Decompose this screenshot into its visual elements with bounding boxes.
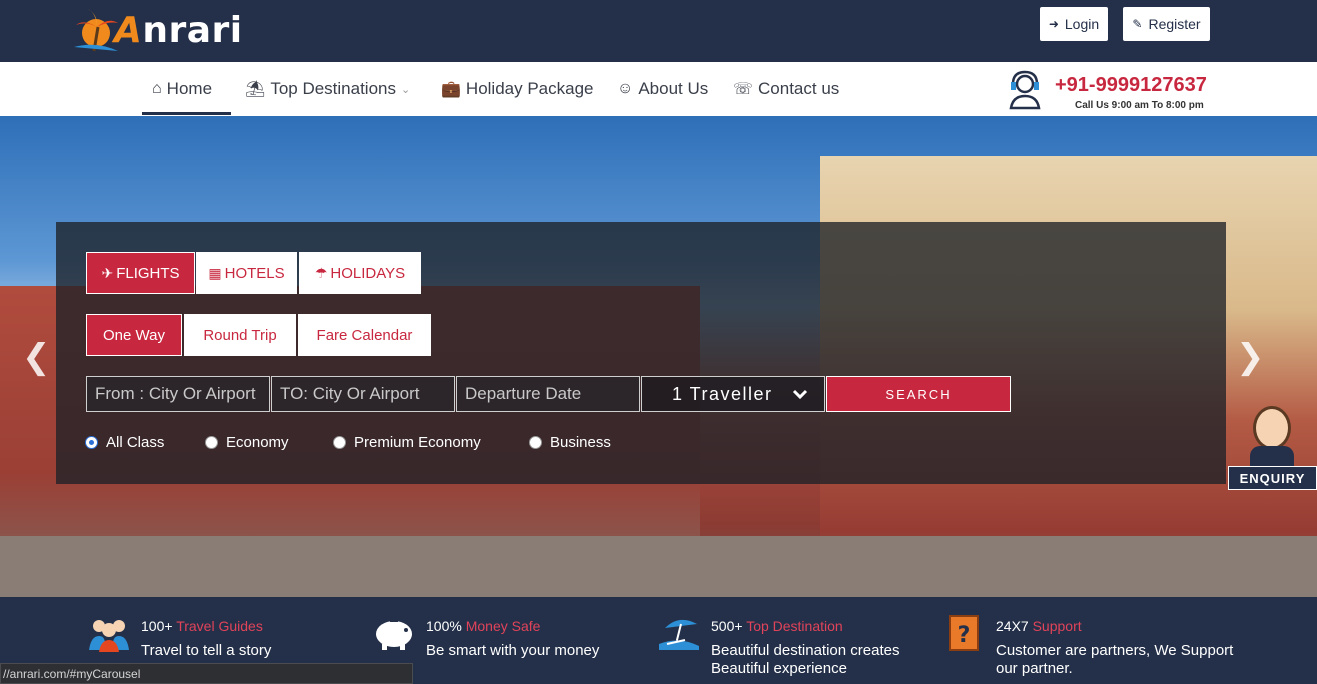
traveller-select[interactable]: 1 Traveller	[641, 376, 825, 412]
departure-date-input[interactable]	[465, 384, 639, 404]
feature-desc: Beautiful destination creates Beautiful …	[711, 642, 900, 677]
tab-holidays[interactable]: ☂ HOLIDAYS	[299, 252, 421, 294]
umbrella-icon: ☂	[314, 264, 328, 281]
carousel-prev-icon[interactable]: ❮	[22, 337, 51, 377]
nav-about-us[interactable]: ☺ About Us	[617, 62, 708, 116]
class-economy-radio[interactable]: Economy	[205, 432, 289, 452]
to-input[interactable]	[280, 384, 454, 404]
palm-plane-logo-icon	[74, 9, 118, 52]
nav-home[interactable]: ⌂ Home	[152, 62, 212, 116]
guides-icon	[86, 613, 132, 653]
chevron-down-icon: ⌄	[401, 83, 411, 96]
departure-field[interactable]	[456, 376, 640, 412]
plane-icon: ✈	[101, 264, 114, 281]
brand-logo[interactable]: Anrari	[72, 4, 243, 56]
piggy-bank-icon	[371, 613, 417, 653]
radio-unchecked-icon[interactable]	[205, 435, 218, 449]
nav-top-destinations[interactable]: ⛱ Top Destinations ⌄	[245, 62, 410, 116]
feature-desc: Travel to tell a story	[141, 642, 272, 659]
register-button[interactable]: ✎ Register	[1123, 7, 1210, 41]
home-icon: ⌂	[152, 80, 162, 97]
user-icon: ☺	[617, 80, 634, 97]
sign-in-icon: ➜	[1048, 17, 1059, 31]
radio-checked-icon[interactable]	[85, 435, 98, 449]
feature-desc: Be smart with your money	[426, 642, 600, 659]
feature-title: 500+ Top Destination	[711, 618, 843, 634]
browser-status-bar: //anrari.com/#myCarousel	[0, 663, 413, 684]
beach-icon	[656, 613, 702, 653]
from-input[interactable]	[95, 384, 269, 404]
chevron-down-icon	[792, 389, 808, 400]
enquiry-widget[interactable]: ENQUIRY	[1228, 400, 1317, 504]
briefcase-icon: 💼	[441, 81, 461, 98]
address-book-icon: ☏	[733, 81, 754, 98]
call-hours: Call Us 9:00 am To 8:00 pm	[1075, 100, 1204, 111]
search-button[interactable]: SEARCH	[826, 376, 1011, 412]
agent-avatar-icon	[1253, 406, 1291, 450]
edit-icon: ✎	[1132, 17, 1143, 31]
class-business-radio[interactable]: Business	[529, 432, 611, 452]
top-bar: Anrari ➜ Login ✎ Register	[0, 0, 1317, 62]
contact-block: +91-9999127637 Call Us 9:00 am To 8:00 p…	[1005, 68, 1215, 114]
to-field[interactable]	[271, 376, 455, 412]
radio-unchecked-icon[interactable]	[333, 435, 346, 449]
nav-active-indicator	[142, 112, 231, 115]
support-icon: ?	[941, 613, 987, 653]
carousel-next-icon[interactable]: ❯	[1236, 337, 1265, 377]
building-icon: ▦	[208, 264, 222, 281]
headset-support-icon	[1009, 70, 1041, 110]
class-all-radio[interactable]: All Class	[85, 432, 164, 452]
trip-fare-calendar[interactable]: Fare Calendar	[298, 314, 431, 356]
trip-round-trip[interactable]: Round Trip	[184, 314, 296, 356]
radio-unchecked-icon[interactable]	[529, 435, 542, 449]
trip-one-way[interactable]: One Way	[86, 314, 182, 356]
svg-text:?: ?	[958, 623, 971, 648]
feature-title: 100+ Travel Guides	[141, 618, 263, 634]
feature-title: 24X7 Support	[996, 618, 1082, 634]
feature-title: 100% Money Safe	[426, 618, 541, 634]
tab-flights[interactable]: ✈ FLIGHTS	[86, 252, 195, 294]
nav-contact-us[interactable]: ☏ Contact us	[733, 62, 839, 116]
enquiry-label: ENQUIRY	[1228, 466, 1317, 490]
beach-umbrella-icon: ⛱	[245, 81, 266, 98]
hero-image-ground	[0, 536, 1317, 597]
nav-holiday-package[interactable]: 💼 Holiday Package	[441, 62, 594, 116]
phone-number[interactable]: +91-9999127637	[1055, 74, 1207, 97]
brand-name: Anrari	[114, 9, 243, 51]
tab-hotels[interactable]: ▦ HOTELS	[196, 252, 297, 294]
feature-desc: Customer are partners, We Support our pa…	[996, 642, 1234, 677]
login-button[interactable]: ➜ Login	[1040, 7, 1108, 41]
class-premium-radio[interactable]: Premium Economy	[333, 432, 481, 452]
from-field[interactable]	[86, 376, 270, 412]
